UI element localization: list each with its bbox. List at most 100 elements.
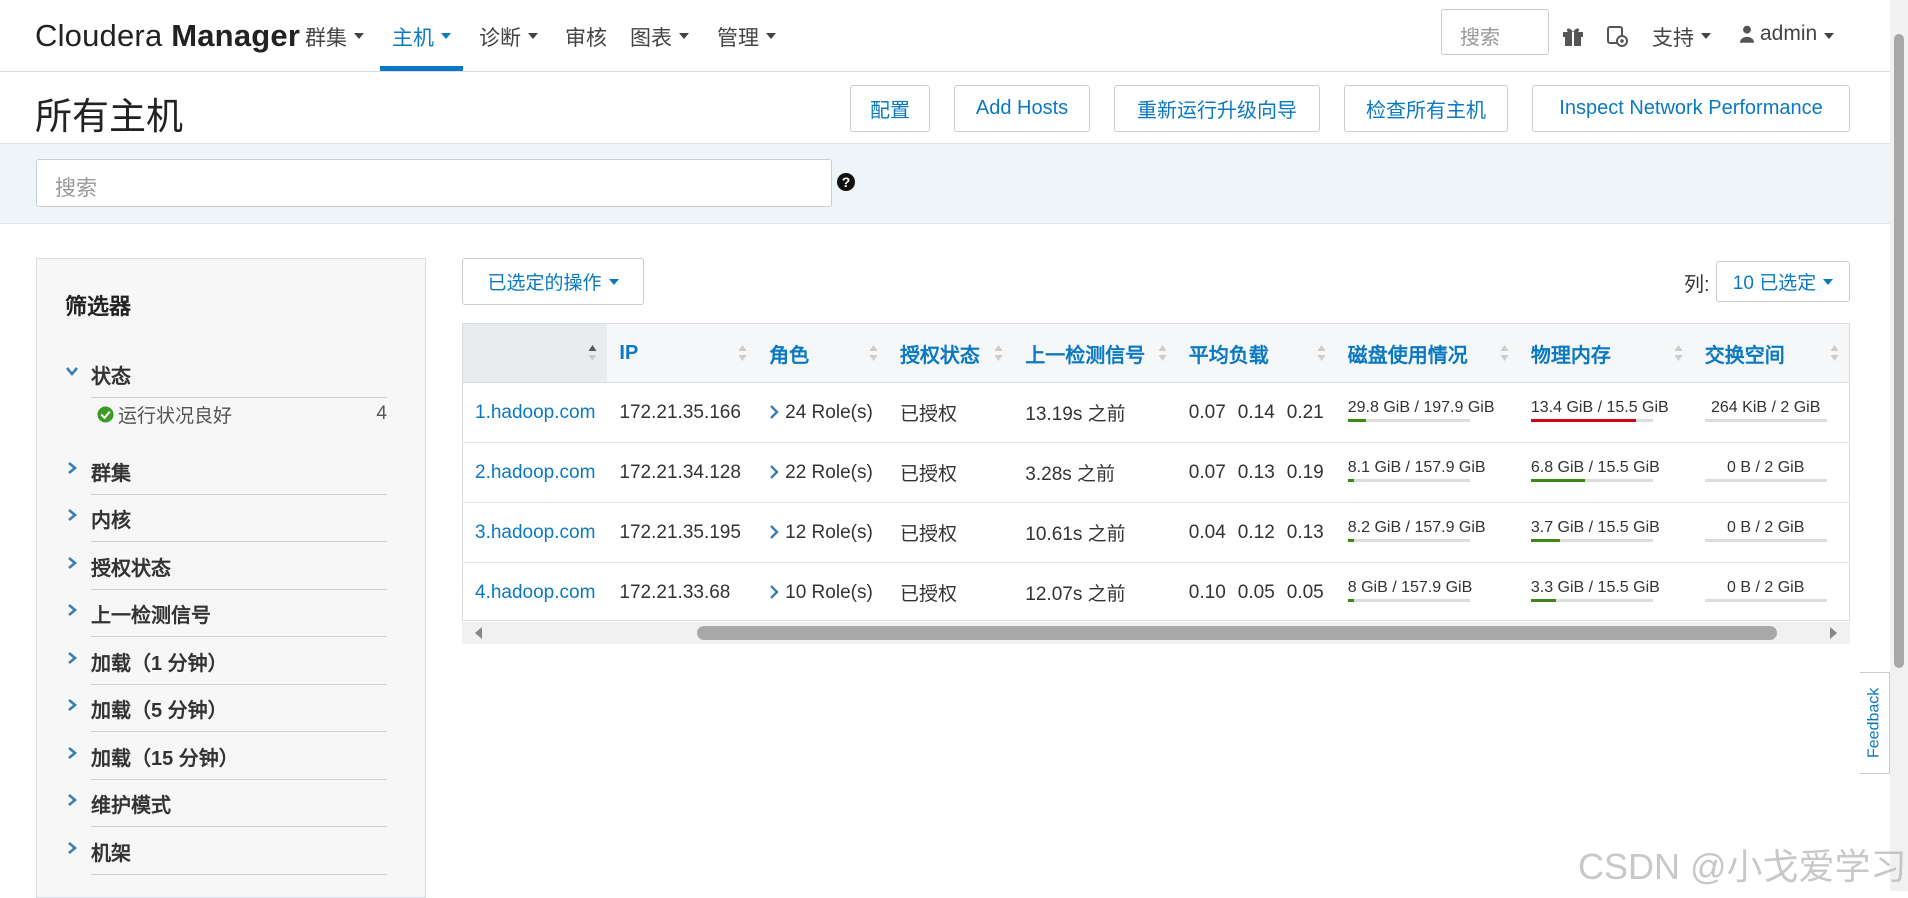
- col-header-ip[interactable]: IP: [607, 324, 758, 383]
- chevron-right-icon: [68, 508, 78, 521]
- filters-title: 筛选器: [65, 294, 132, 319]
- host-load-average: 0.07 0.13 0.19: [1176, 442, 1336, 503]
- filter-status[interactable]: 状态: [65, 347, 387, 398]
- chevron-right-icon: [68, 746, 78, 759]
- chevron-right-icon: [68, 461, 78, 474]
- disk-usage-meter-fill: [1347, 479, 1354, 482]
- load-15min: 0.13: [1286, 521, 1324, 543]
- col-header-roles[interactable]: 角色: [757, 324, 888, 383]
- scrollbar-thumb[interactable]: [1894, 34, 1904, 668]
- top-search-input[interactable]: 搜索: [1441, 9, 1549, 55]
- brand-logo[interactable]: Cloudera Manager: [35, 18, 300, 54]
- host-roles[interactable]: 22 Role(s): [757, 442, 888, 503]
- host-physical-memory: 13.4 GiB / 15.5 GiB: [1518, 382, 1693, 443]
- col-header-load-average[interactable]: 平均负载: [1176, 324, 1336, 383]
- host-roles[interactable]: 12 Role(s): [757, 502, 888, 563]
- disk-usage-meter: 8 GiB / 157.9 GiB: [1347, 579, 1472, 606]
- feedback-tab[interactable]: Feedback: [1860, 672, 1890, 774]
- host-name-link[interactable]: 3.hadoop.com: [463, 502, 608, 563]
- filter-section-load-15min[interactable]: 加载（15 分钟）: [65, 729, 387, 780]
- filter-section-rack[interactable]: 机架: [65, 824, 387, 875]
- nav-audits[interactable]: 审核: [565, 22, 607, 71]
- user-menu[interactable]: admin: [1740, 22, 1835, 71]
- rerun-upgrade-wizard-button[interactable]: 重新运行升级向导: [1114, 85, 1320, 132]
- scrollbar-thumb[interactable]: [697, 626, 1777, 640]
- nav-hosts[interactable]: 主机: [380, 22, 463, 71]
- selected-actions-dropdown[interactable]: 已选定的操作: [462, 258, 644, 305]
- col-header-hostname[interactable]: [463, 324, 608, 383]
- filter-section-clusters[interactable]: 群集: [65, 444, 387, 495]
- table-horizontal-scrollbar[interactable]: [462, 622, 1850, 644]
- col-header-label: 物理内存: [1530, 344, 1611, 367]
- filter-section-load-5min[interactable]: 加载（5 分钟）: [65, 681, 387, 732]
- nav-support[interactable]: 支持: [1652, 22, 1711, 71]
- gift-icon[interactable]: [1561, 24, 1585, 48]
- nav-audits-label: 审核: [565, 27, 607, 50]
- load-1min: 0.07: [1188, 401, 1226, 423]
- col-header-disk-usage[interactable]: 磁盘使用情况: [1335, 324, 1519, 383]
- host-name-link[interactable]: 4.hadoop.com: [463, 562, 608, 620]
- chevron-right-icon: [770, 464, 779, 479]
- chevron-down-icon: [66, 366, 78, 376]
- host-disk-usage: 8.1 GiB / 157.9 GiB: [1335, 442, 1519, 503]
- host-roles[interactable]: 10 Role(s): [757, 562, 888, 620]
- chevron-right-icon: [770, 404, 779, 419]
- disk-usage-meter: 8.1 GiB / 157.9 GiB: [1347, 459, 1486, 486]
- chevron-down-icon: [354, 33, 364, 39]
- host-name-link[interactable]: 1.hadoop.com: [463, 382, 608, 443]
- configure-button[interactable]: 配置: [850, 85, 930, 132]
- help-icon[interactable]: ?: [836, 172, 856, 192]
- filter-section-label: 加载（5 分钟）: [91, 694, 387, 732]
- filter-section-maintenance[interactable]: 维护模式: [65, 776, 387, 827]
- col-header-physical-memory[interactable]: 物理内存: [1518, 324, 1693, 383]
- page-vertical-scrollbar[interactable]: [1890, 0, 1908, 891]
- filter-section-label: 群集: [91, 457, 387, 495]
- host-search-input[interactable]: 搜索: [36, 159, 832, 207]
- filter-section-heartbeat[interactable]: 上一检测信号: [65, 586, 387, 637]
- filter-section-authorization[interactable]: 授权状态: [65, 539, 387, 590]
- col-header-label: 平均负载: [1188, 344, 1269, 367]
- col-header-swap[interactable]: 交换空间: [1692, 324, 1849, 383]
- host-load-average: 0.04 0.12 0.13: [1176, 502, 1336, 563]
- filter-status-label: 状态: [91, 360, 387, 398]
- host-swap: 0 B / 2 GiB: [1692, 442, 1849, 503]
- host-disk-usage: 8 GiB / 157.9 GiB: [1335, 562, 1519, 620]
- memory-meter-fill: [1530, 599, 1557, 602]
- search-bar-region: 搜索 ?: [0, 143, 1890, 224]
- col-header-label: IP: [619, 341, 639, 364]
- inspect-network-performance-button[interactable]: Inspect Network Performance: [1532, 85, 1850, 132]
- inspect-all-hosts-button[interactable]: 检查所有主机: [1344, 85, 1508, 132]
- filter-section-kernel[interactable]: 内核: [65, 491, 387, 542]
- hosts-table-container: IP 角色 授权状态 上一检测信号 平均负载 磁盘使用情况 物理内存 交换空间 …: [462, 323, 1850, 621]
- col-header-heartbeat[interactable]: 上一检测信号: [1013, 324, 1177, 383]
- swap-meter: 0 B / 2 GiB: [1704, 459, 1827, 486]
- load-1min: 0.07: [1188, 461, 1226, 483]
- load-5min: 0.13: [1237, 461, 1275, 483]
- svg-text:?: ?: [842, 174, 851, 190]
- table-row: 2.hadoop.com 172.21.34.128 22 Role(s) 已授权 3.…: [463, 442, 1849, 503]
- host-heartbeat: 13.19s 之前: [1013, 382, 1177, 443]
- filter-good-health[interactable]: 运行状况良好 4: [97, 399, 387, 429]
- host-name-link[interactable]: 2.hadoop.com: [463, 442, 608, 503]
- filter-section-label: 加载（15 分钟）: [91, 742, 387, 780]
- host-physical-memory: 3.7 GiB / 15.5 GiB: [1518, 502, 1693, 563]
- run-commands-icon[interactable]: [1605, 24, 1629, 48]
- nav-clusters[interactable]: 群集: [305, 22, 364, 71]
- sort-icon: [994, 345, 1003, 361]
- add-hosts-button[interactable]: Add Hosts: [954, 85, 1090, 132]
- col-header-authorization[interactable]: 授权状态: [887, 324, 1014, 383]
- memory-meter-track: [1530, 419, 1653, 422]
- filter-section-label: 内核: [91, 504, 387, 542]
- scroll-right-icon[interactable]: [1826, 626, 1840, 640]
- swap-meter: 264 KiB / 2 GiB: [1704, 399, 1827, 426]
- host-roles[interactable]: 24 Role(s): [757, 382, 888, 443]
- load-1min: 0.04: [1188, 521, 1226, 543]
- nav-charts[interactable]: 图表: [630, 22, 689, 71]
- selected-actions-label: 已选定的操作: [487, 273, 602, 294]
- memory-meter-text: 6.8 GiB / 15.5 GiB: [1530, 459, 1660, 476]
- scroll-left-icon[interactable]: [472, 626, 486, 640]
- nav-admin[interactable]: 管理: [717, 22, 776, 71]
- columns-dropdown[interactable]: 10 已选定: [1716, 261, 1850, 302]
- filter-section-load-1min[interactable]: 加载（1 分钟）: [65, 634, 387, 685]
- nav-diagnostics[interactable]: 诊断: [479, 22, 538, 71]
